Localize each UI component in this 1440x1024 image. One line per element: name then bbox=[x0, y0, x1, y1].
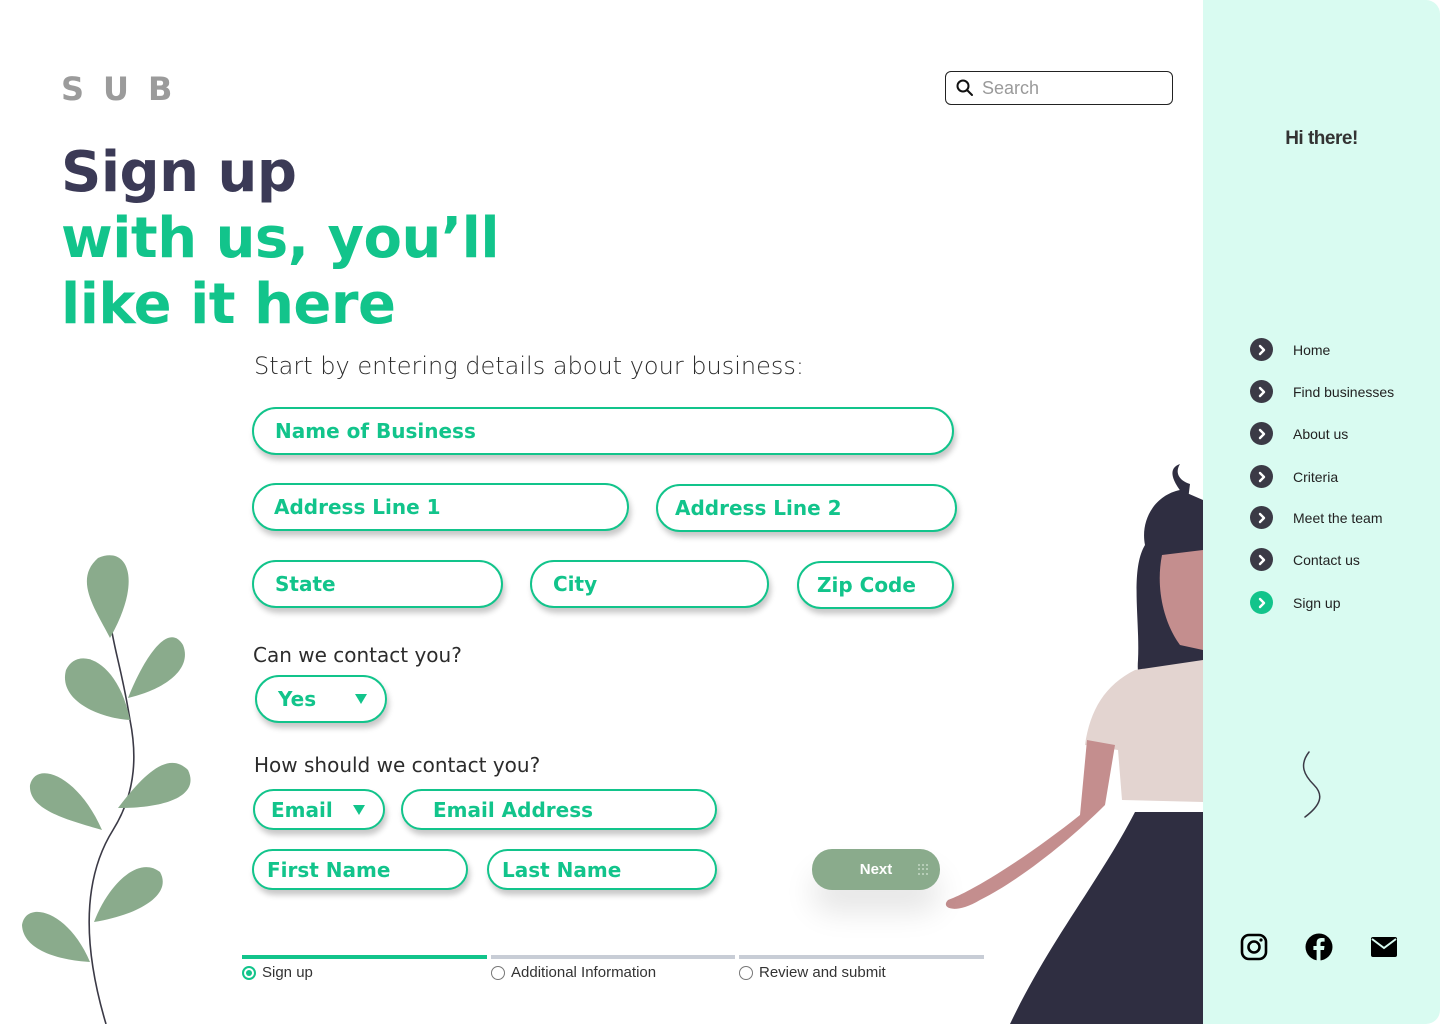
zip-code-field[interactable] bbox=[797, 561, 954, 609]
sidebar-item-label: Home bbox=[1293, 341, 1331, 358]
progress-bar-step-1 bbox=[242, 955, 487, 959]
title-line-2: with us, you’ll bbox=[61, 206, 500, 271]
next-button[interactable]: Next bbox=[812, 849, 940, 890]
last-name-input[interactable] bbox=[502, 857, 715, 882]
radio-empty-icon bbox=[739, 965, 753, 980]
sidebar-greeting: Hi there! bbox=[1285, 128, 1358, 149]
chevron-right-icon bbox=[1250, 506, 1273, 529]
step-review-and-submit[interactable]: Review and submit bbox=[739, 964, 886, 981]
progress-bar-step-2 bbox=[491, 955, 735, 959]
search-input[interactable] bbox=[982, 77, 1162, 99]
chevron-right-icon bbox=[1250, 422, 1273, 445]
email-address-input[interactable] bbox=[433, 797, 715, 822]
sidebar-item-sign-up[interactable]: Sign up bbox=[1250, 591, 1340, 614]
instagram-icon[interactable] bbox=[1239, 932, 1269, 962]
facebook-icon[interactable] bbox=[1304, 932, 1334, 962]
plant-illustration bbox=[22, 555, 191, 1024]
step-label: Review and submit bbox=[759, 964, 886, 981]
logo: SUB bbox=[61, 70, 192, 108]
chevron-right-icon bbox=[1250, 548, 1273, 571]
business-name-input[interactable] bbox=[275, 419, 952, 443]
chevron-right-icon bbox=[1250, 591, 1273, 614]
contact-method-select[interactable]: Email bbox=[253, 789, 385, 830]
sidebar-item-label: Sign up bbox=[1293, 594, 1341, 611]
sidebar-item-home[interactable]: Home bbox=[1250, 338, 1330, 361]
squiggle-decoration bbox=[1302, 751, 1321, 818]
progress-bar-step-3 bbox=[739, 955, 984, 959]
state-field[interactable] bbox=[252, 560, 503, 608]
last-name-field[interactable] bbox=[487, 849, 717, 890]
address-line-1-field[interactable] bbox=[252, 483, 629, 531]
city-input[interactable] bbox=[553, 572, 767, 596]
state-input[interactable] bbox=[275, 572, 501, 596]
address-line-2-field[interactable] bbox=[656, 484, 957, 532]
radio-selected-icon bbox=[242, 965, 256, 980]
sidebar-item-find-businesses[interactable]: Find businesses bbox=[1250, 380, 1394, 403]
business-name-field[interactable] bbox=[252, 407, 954, 455]
contact-method-value: Email bbox=[271, 797, 333, 822]
page-title: Sign up with us, you’ll like it here bbox=[61, 140, 500, 338]
address-line-2-input[interactable] bbox=[675, 496, 955, 520]
chevron-right-icon bbox=[1250, 338, 1273, 361]
search-icon bbox=[956, 79, 973, 96]
zip-code-input[interactable] bbox=[817, 573, 952, 597]
method-question: How should we contact you? bbox=[254, 753, 541, 777]
caret-down-icon bbox=[355, 694, 367, 704]
step-sign-up[interactable]: Sign up bbox=[242, 964, 313, 981]
title-line-1: Sign up bbox=[61, 140, 297, 205]
sidebar-item-meet-the-team[interactable]: Meet the team bbox=[1250, 506, 1383, 529]
search-box[interactable] bbox=[945, 71, 1173, 105]
title-line-3: like it here bbox=[61, 272, 396, 337]
sidebar-item-contact-us[interactable]: Contact us bbox=[1250, 548, 1360, 571]
city-field[interactable] bbox=[530, 560, 769, 608]
radio-empty-icon bbox=[491, 965, 505, 980]
chevron-right-icon bbox=[1250, 465, 1273, 488]
chevron-right-icon bbox=[1250, 380, 1273, 403]
sidebar-item-label: Meet the team bbox=[1293, 509, 1383, 526]
sidebar-item-criteria[interactable]: Criteria bbox=[1250, 465, 1338, 488]
contact-permission-select[interactable]: Yes bbox=[255, 675, 387, 723]
next-button-label: Next bbox=[859, 861, 893, 878]
sidebar-item-label: Find businesses bbox=[1293, 383, 1395, 400]
woman-illustration bbox=[945, 464, 1203, 1024]
email-address-field[interactable] bbox=[401, 789, 717, 830]
form-intro: Start by entering details about your bus… bbox=[254, 352, 804, 380]
sidebar-item-label: Contact us bbox=[1293, 551, 1360, 568]
grip-icon bbox=[918, 864, 930, 876]
contact-permission-value: Yes bbox=[278, 687, 317, 711]
step-additional-information[interactable]: Additional Information bbox=[491, 964, 656, 981]
sidebar-item-about-us[interactable]: About us bbox=[1250, 422, 1348, 445]
mail-icon[interactable] bbox=[1369, 932, 1399, 962]
first-name-input[interactable] bbox=[267, 857, 466, 882]
contact-question: Can we contact you? bbox=[253, 643, 462, 667]
sidebar-item-label: About us bbox=[1293, 425, 1349, 442]
step-label: Sign up bbox=[262, 964, 313, 981]
first-name-field[interactable] bbox=[252, 849, 468, 890]
caret-down-icon bbox=[353, 804, 365, 815]
step-label: Additional Information bbox=[511, 964, 657, 981]
address-line-1-input[interactable] bbox=[274, 495, 627, 519]
sidebar-item-label: Criteria bbox=[1293, 468, 1339, 485]
sidebar: Hi there! Home Find businesses About us … bbox=[1203, 0, 1440, 1024]
